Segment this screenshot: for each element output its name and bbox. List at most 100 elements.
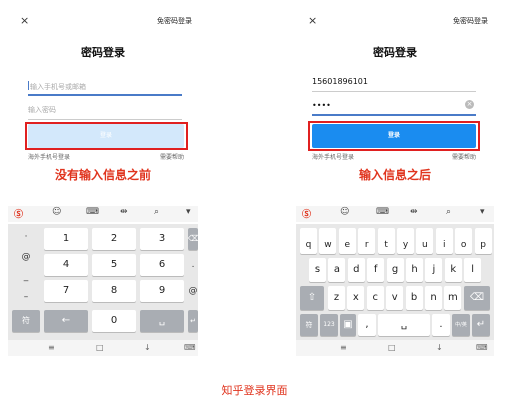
backspace-key[interactable]: ⌫ (188, 228, 199, 250)
at-key[interactable]: @ (188, 280, 198, 302)
collapse-icon[interactable]: ▾ (480, 207, 485, 217)
search-icon[interactable]: ⌕ (154, 207, 159, 217)
space-key[interactable]: ␣ (378, 314, 430, 336)
keyboard-logo-icon[interactable]: Ⓢ (14, 207, 23, 220)
highlight-box (25, 122, 188, 150)
letter-key-j[interactable]: j (425, 258, 443, 282)
letter-key-k[interactable]: k (444, 258, 462, 282)
state-caption: 输入信息之后 (358, 168, 431, 182)
image-icon: ▣ (343, 319, 353, 330)
letter-key-p[interactable]: p (474, 228, 492, 254)
letter-key-r[interactable]: r (358, 228, 376, 254)
phone-input[interactable]: 15601896101 (312, 72, 476, 92)
keyboard-logo-icon[interactable]: Ⓢ (302, 207, 311, 220)
search-icon[interactable]: ⌕ (446, 207, 451, 217)
symbol-key[interactable]: _ (12, 268, 40, 286)
enter-key[interactable]: ↵ (188, 310, 198, 332)
letter-key-f[interactable]: f (367, 258, 385, 282)
close-icon[interactable]: × (308, 14, 317, 27)
home-icon[interactable]: □ (388, 343, 396, 352)
emoji-icon[interactable]: ☺ (340, 207, 349, 217)
menu-icon[interactable]: ≡ (48, 343, 55, 352)
password-input-value: •••• (312, 101, 331, 110)
comma-key[interactable]: , (358, 314, 376, 336)
digit-key-8[interactable]: 8 (92, 280, 136, 302)
keyboard-switch-icon[interactable]: ⌨ (184, 343, 196, 352)
figure-caption: 知乎登录界面 (221, 384, 288, 397)
letter-key-n[interactable]: n (425, 286, 442, 310)
period-key[interactable]: . (188, 254, 198, 276)
enter-key[interactable]: ↵ (472, 314, 490, 336)
menu-icon[interactable]: ≡ (340, 343, 347, 352)
password-input[interactable]: •••• × (312, 96, 476, 116)
emoji-icon[interactable]: ☺ (52, 207, 61, 217)
period-key[interactable]: . (432, 314, 450, 336)
collapse-icon[interactable]: ▾ (186, 207, 191, 217)
letter-key-o[interactable]: o (455, 228, 473, 254)
numbers-key[interactable]: 123 (320, 314, 338, 336)
help-link[interactable]: 需要帮助 (160, 152, 184, 161)
letter-key-m[interactable]: m (444, 286, 462, 310)
letter-key-i[interactable]: i (435, 228, 453, 254)
keyboard-switch-icon[interactable]: ⌨ (476, 343, 488, 352)
backspace-key[interactable]: ⌫ (464, 286, 490, 310)
letter-key-h[interactable]: h (406, 258, 423, 282)
digit-key-9[interactable]: 9 (140, 280, 184, 302)
letter-key-t[interactable]: t (377, 228, 395, 254)
letter-key-y[interactable]: y (397, 228, 414, 254)
letter-key-x[interactable]: x (347, 286, 365, 310)
overseas-login-link[interactable]: 海外手机号登录 (28, 152, 70, 161)
home-icon[interactable]: □ (96, 343, 104, 352)
keyboard-icon[interactable]: ⌨ (376, 207, 389, 217)
shift-icon: ⇧ (307, 292, 317, 303)
digit-key-7[interactable]: 7 (44, 280, 88, 302)
letter-key-g[interactable]: g (386, 258, 404, 282)
letter-key-d[interactable]: d (347, 258, 365, 282)
shift-key[interactable]: ⇧ (300, 286, 324, 310)
letter-key-e[interactable]: e (338, 228, 356, 254)
digit-key-0[interactable]: 0 (92, 310, 136, 332)
symbol-key[interactable]: @ (12, 248, 40, 266)
top-bar: × 免密码登录 (296, 14, 494, 30)
overseas-login-link[interactable]: 海外手机号登录 (312, 152, 354, 161)
sms-login-link[interactable]: 免密码登录 (157, 16, 192, 26)
cursor-icon[interactable]: ⇹ (120, 207, 128, 217)
cursor-icon[interactable]: ⇹ (410, 207, 418, 217)
enter-icon: ↵ (476, 319, 486, 330)
letter-key-v[interactable]: v (386, 286, 404, 310)
phone-input[interactable]: 输入手机号或邮箱 (28, 76, 182, 96)
back-icon[interactable]: ↓ (144, 343, 151, 352)
digit-key-2[interactable]: 2 (92, 228, 136, 250)
letter-key-l[interactable]: l (464, 258, 482, 282)
digit-key-1[interactable]: 1 (44, 228, 88, 250)
help-link[interactable]: 需要帮助 (452, 152, 476, 161)
symbol-key[interactable]: · (12, 228, 40, 246)
letter-key-z[interactable]: z (328, 286, 345, 310)
digit-key-5[interactable]: 5 (92, 254, 136, 276)
symbol-key[interactable]: – (12, 288, 40, 306)
letter-key-s[interactable]: s (309, 258, 326, 282)
symbols-key[interactable]: 符 (300, 314, 318, 336)
clear-input-icon[interactable]: × (465, 100, 474, 109)
digit-key-3[interactable]: 3 (140, 228, 184, 250)
back-key[interactable]: ← (44, 310, 88, 332)
letter-key-q[interactable]: q (300, 228, 317, 254)
letter-key-u[interactable]: u (416, 228, 434, 254)
digit-key-4[interactable]: 4 (44, 254, 88, 276)
letter-key-c[interactable]: c (366, 286, 384, 310)
digit-key-6[interactable]: 6 (140, 254, 184, 276)
image-key[interactable]: ▣ (340, 314, 356, 336)
language-switch-key[interactable]: 中/英 (452, 314, 470, 336)
comparison-canvas: × 免密码登录 密码登录 输入手机号或邮箱 输入密码 登录 海外手机号登录 需要… (0, 0, 509, 410)
password-input[interactable]: 输入密码 (28, 100, 182, 120)
sms-login-link[interactable]: 免密码登录 (453, 16, 488, 26)
letter-key-b[interactable]: b (405, 286, 423, 310)
letter-key-w[interactable]: w (319, 228, 337, 254)
back-icon[interactable]: ↓ (436, 343, 443, 352)
letter-key-a[interactable]: a (328, 258, 346, 282)
space-key[interactable]: ␣ (140, 310, 184, 332)
symbols-key[interactable]: 符 (12, 310, 40, 332)
back-arrow-icon: ← (61, 315, 71, 326)
close-icon[interactable]: × (20, 14, 29, 27)
keyboard-icon[interactable]: ⌨ (86, 207, 99, 217)
